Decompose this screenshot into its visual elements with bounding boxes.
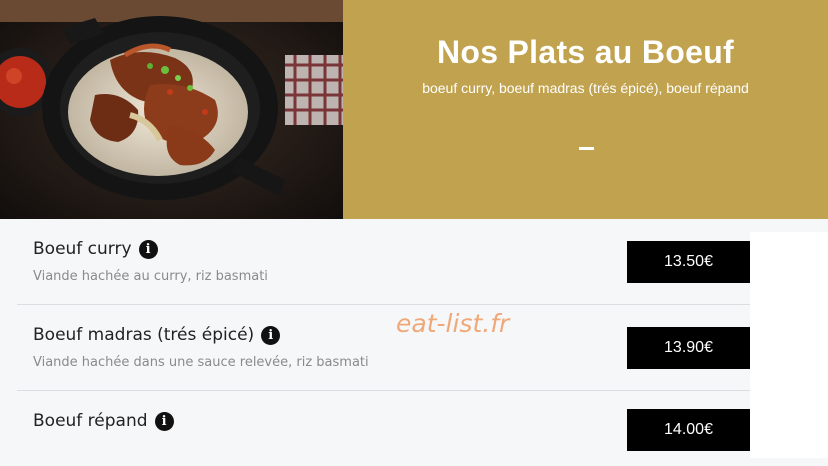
menu-item-name-wrap: Boeuf madras (trés épicé) i — [33, 325, 281, 345]
page-title: Nos Plats au Boeuf — [436, 34, 734, 70]
menu-item-name-wrap: Boeuf répand i — [33, 411, 174, 431]
menu-item[interactable]: Boeuf madras (trés épicé) i Viande haché… — [17, 305, 750, 391]
menu-item-name: Boeuf curry — [33, 239, 132, 259]
price-button[interactable]: 14.00€ — [627, 409, 750, 451]
title-divider — [579, 147, 594, 150]
menu-item-description: Viande hachée dans une sauce relevée, ri… — [33, 355, 369, 370]
watermark: eat-list.fr — [396, 309, 510, 338]
page-subtitle: boeuf curry, boeuf madras (trés épicé), … — [422, 80, 749, 96]
menu-item-name: Boeuf madras (trés épicé) — [33, 325, 255, 345]
menu-item-name: Boeuf répand — [33, 411, 148, 431]
category-header: Nos Plats au Boeuf boeuf curry, boeuf ma… — [343, 0, 828, 219]
menu-item[interactable]: Boeuf répand i 14.00€ — [17, 391, 750, 466]
price-button[interactable]: 13.90€ — [627, 327, 750, 369]
menu-item-description: Viande hachée au curry, riz basmati — [33, 269, 268, 284]
side-panel — [750, 232, 828, 458]
menu-item-name-wrap: Boeuf curry i — [33, 239, 158, 259]
beef-rice-bowl-photo — [0, 0, 343, 219]
info-icon[interactable]: i — [138, 239, 158, 259]
info-icon[interactable]: i — [154, 411, 174, 431]
info-icon[interactable]: i — [261, 325, 281, 345]
price-button[interactable]: 13.50€ — [627, 241, 750, 283]
menu-item[interactable]: Boeuf curry i Viande hachée au curry, ri… — [17, 219, 750, 305]
menu-list: Boeuf curry i Viande hachée au curry, ri… — [0, 219, 828, 466]
dish-photo — [0, 0, 343, 219]
